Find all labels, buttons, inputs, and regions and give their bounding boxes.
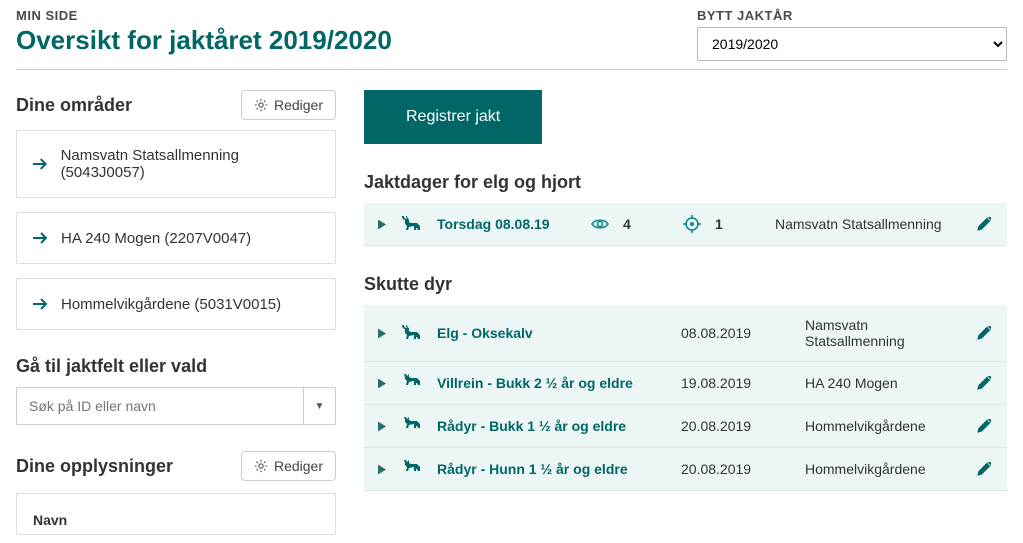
reindeer-icon [401, 374, 423, 392]
page-header: MIN SIDE Oversikt for jaktåret 2019/2020… [16, 8, 1007, 70]
expand-icon [378, 465, 387, 474]
shot-animal-area: HA 240 Mogen [805, 375, 961, 391]
shot-animal-date: 20.08.2019 [681, 418, 791, 434]
roe-deer-icon [401, 460, 423, 478]
expand-icon [378, 329, 387, 338]
moose-icon [401, 324, 423, 342]
gear-icon [254, 98, 268, 112]
edit-areas-label: Rediger [274, 97, 323, 113]
pencil-icon[interactable] [975, 417, 993, 435]
gear-icon [254, 459, 268, 473]
area-search-input[interactable] [17, 388, 303, 424]
year-select[interactable]: 2019/2020 [697, 27, 1007, 61]
area-label: HA 240 Mogen (2207V0047) [61, 230, 251, 247]
area-item[interactable]: Hommelvikgårdene (5031V0015) [16, 278, 336, 330]
shot-animal-label: Rådyr - Bukk 1 ½ år og eldre [437, 418, 667, 434]
pencil-icon[interactable] [975, 374, 993, 392]
details-heading: Dine opplysninger [16, 456, 173, 477]
shot-animal-row[interactable]: Rådyr - Hunn 1 ½ år og eldre 20.08.2019 … [364, 448, 1007, 491]
edit-details-label: Rediger [274, 458, 323, 474]
shot-animal-area: Namsvatn Statsallmenning [805, 317, 961, 349]
area-item[interactable]: HA 240 Mogen (2207V0047) [16, 212, 336, 264]
shot-animal-area: Hommelvikgårdene [805, 461, 961, 477]
shot-animal-label: Villrein - Bukk 2 ½ år og eldre [437, 375, 667, 391]
page-title: Oversikt for jaktåret 2019/2020 [16, 25, 697, 56]
arrow-right-icon [31, 295, 49, 313]
eye-icon [591, 215, 609, 233]
details-name-label: Navn [33, 512, 319, 528]
register-hunt-button[interactable]: Registrer jakt [364, 90, 542, 144]
edit-details-button[interactable]: Rediger [241, 451, 336, 481]
shot-animal-row[interactable]: Elg - Oksekalv 08.08.2019 Namsvatn Stats… [364, 305, 1007, 362]
area-label: Hommelvikgårdene (5031V0015) [61, 296, 281, 313]
roe-deer-icon [401, 417, 423, 435]
hunt-shot-count: 1 [715, 216, 735, 232]
search-heading: Gå til jaktfelt eller vald [16, 356, 336, 377]
pencil-icon[interactable] [975, 324, 993, 342]
hunt-days-heading: Jaktdager for elg og hjort [364, 172, 1007, 193]
shot-animal-row[interactable]: Villrein - Bukk 2 ½ år og eldre 19.08.20… [364, 362, 1007, 405]
shot-animal-area: Hommelvikgårdene [805, 418, 961, 434]
shot-animal-date: 20.08.2019 [681, 461, 791, 477]
shot-animals-heading: Skutte dyr [364, 274, 1007, 295]
expand-icon [378, 422, 387, 431]
hunt-day-row[interactable]: Torsdag 08.08.19 4 1 Namsvatn Statsallme… [364, 203, 1007, 246]
pencil-icon[interactable] [975, 215, 993, 233]
edit-areas-button[interactable]: Rediger [241, 90, 336, 120]
shot-animal-label: Rådyr - Hunn 1 ½ år og eldre [437, 461, 667, 477]
arrow-right-icon [31, 229, 49, 247]
shot-animal-row[interactable]: Rådyr - Bukk 1 ½ år og eldre 20.08.2019 … [364, 405, 1007, 448]
shot-animal-label: Elg - Oksekalv [437, 325, 667, 341]
details-card: Navn [16, 493, 336, 535]
pencil-icon[interactable] [975, 460, 993, 478]
arrow-right-icon [31, 155, 49, 173]
hunt-day-label: Torsdag 08.08.19 [437, 216, 577, 232]
area-label: Namsvatn Statsallmenning (5043J0057) [61, 147, 321, 181]
target-icon [683, 215, 701, 233]
shot-animal-date: 19.08.2019 [681, 375, 791, 391]
moose-icon [401, 215, 423, 233]
shot-animal-date: 08.08.2019 [681, 325, 791, 341]
areas-heading: Dine områder [16, 95, 132, 116]
hunt-seen-count: 4 [623, 216, 643, 232]
year-select-label: BYTT JAKTÅR [697, 8, 1007, 23]
expand-icon [378, 379, 387, 388]
area-item[interactable]: Namsvatn Statsallmenning (5043J0057) [16, 130, 336, 198]
expand-icon [378, 220, 387, 229]
breadcrumb-subtitle: MIN SIDE [16, 8, 697, 23]
hunt-day-area: Namsvatn Statsallmenning [775, 216, 961, 232]
area-search-dropdown[interactable]: ▼ [303, 388, 335, 424]
